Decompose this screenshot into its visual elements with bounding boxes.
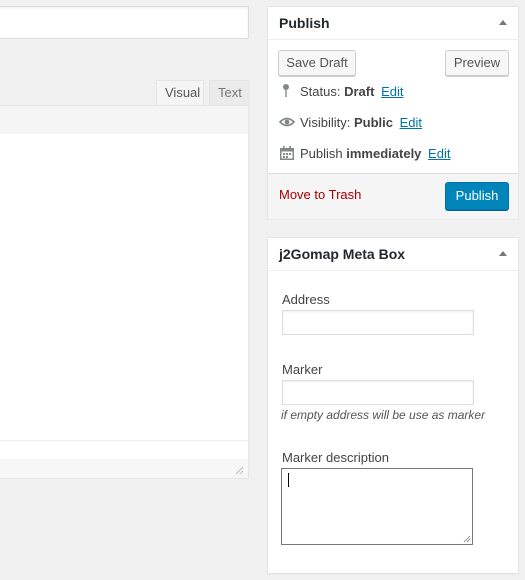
marker-description-textarea[interactable] — [281, 468, 473, 545]
tab-visual[interactable]: Visual — [156, 80, 204, 106]
calendar-icon — [280, 146, 294, 160]
publish-box: Publish Save Draft Preview Status: Draft… — [267, 6, 519, 219]
status-edit-link[interactable]: Edit — [381, 84, 403, 99]
j2gomap-meta-box: j2Gomap Meta Box Address Marker if empty… — [267, 237, 519, 574]
schedule-label: Publish — [300, 146, 343, 161]
schedule-value: immediately — [346, 146, 422, 161]
marker-description-label: Marker description — [282, 450, 389, 465]
editor-statusbar — [0, 440, 249, 460]
schedule-edit-link[interactable]: Edit — [428, 146, 450, 161]
status-value: Draft — [344, 84, 375, 99]
visibility-edit-link[interactable]: Edit — [400, 115, 422, 130]
publish-box-header[interactable]: Publish — [268, 7, 518, 40]
publish-box-title: Publish — [279, 15, 330, 31]
collapse-arrow-icon[interactable] — [499, 251, 507, 256]
marker-label: Marker — [282, 362, 323, 377]
post-title-input[interactable] — [0, 6, 249, 39]
marker-hint: if empty address will be use as marker — [281, 408, 486, 422]
save-draft-button[interactable]: Save Draft — [278, 50, 356, 76]
schedule-row: Publish immediately Edit — [279, 144, 450, 164]
visibility-label: Visibility: — [300, 115, 351, 130]
status-label: Status: — [300, 84, 341, 99]
visibility-value: Public — [353, 115, 393, 130]
publish-actions-bar: Move to Trash Publish — [268, 173, 518, 219]
tab-text[interactable]: Text — [209, 80, 249, 106]
editor-resize-bar — [0, 459, 249, 479]
marker-input[interactable] — [282, 380, 474, 405]
meta-box-header[interactable]: j2Gomap Meta Box — [268, 238, 518, 271]
visibility-row: Visibility: Public Edit — [279, 113, 422, 133]
move-to-trash-link[interactable]: Move to Trash — [279, 187, 361, 202]
preview-button[interactable]: Preview — [445, 50, 509, 76]
resize-handle-icon[interactable] — [463, 535, 471, 543]
address-input[interactable] — [282, 310, 474, 335]
publish-button[interactable]: Publish — [445, 182, 509, 210]
eye-icon — [279, 117, 295, 127]
text-caret — [288, 473, 289, 487]
collapse-arrow-icon[interactable] — [499, 20, 507, 25]
address-label: Address — [282, 292, 330, 307]
editor-content-area[interactable] — [0, 134, 249, 441]
pin-icon — [283, 84, 289, 97]
status-row: Status: Draft Edit — [279, 82, 403, 102]
resize-handle-icon[interactable] — [234, 465, 244, 475]
editor-toolbar — [0, 105, 249, 135]
meta-box-title: j2Gomap Meta Box — [279, 246, 406, 262]
